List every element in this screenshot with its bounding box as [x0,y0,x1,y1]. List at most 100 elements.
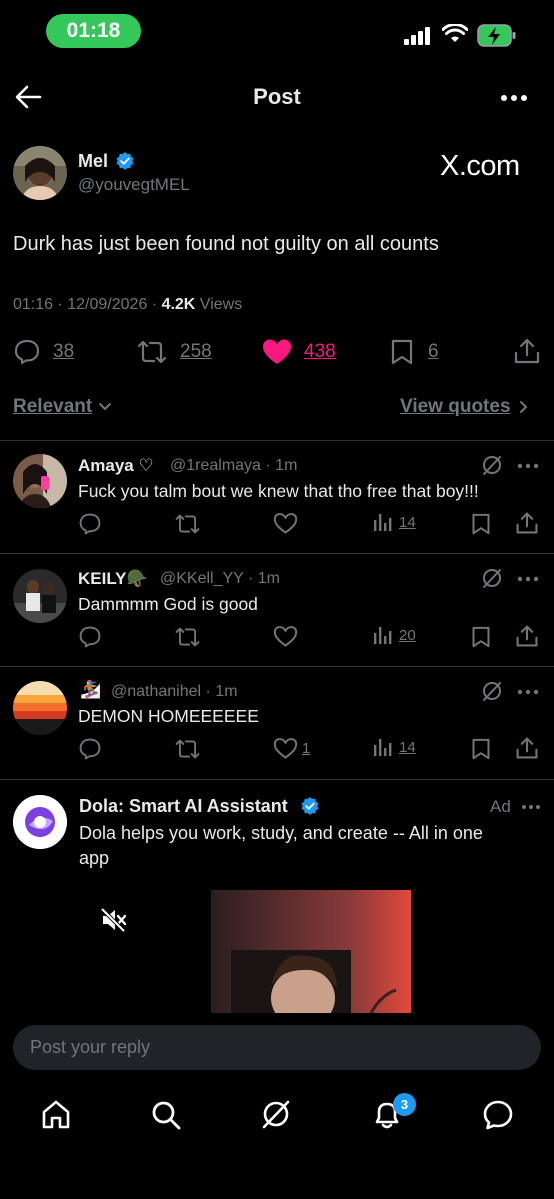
views-action[interactable]: 14 [373,512,416,532]
ad-text-line1: Dola helps you work, study, and create -… [79,823,483,843]
view-quotes-link[interactable]: View quotes [400,396,529,418]
views-label: Views [195,296,243,313]
reply-text: Dammmm God is good [78,594,258,614]
reply-author-handle[interactable]: @KKell_YY · 1m [160,570,280,588]
analytics-icon [374,514,392,531]
heart-filled-icon [263,339,291,364]
ad-item[interactable]: Dola: Smart AI Assistant Ad Dola helps y… [0,780,554,1013]
repost-icon[interactable] [174,737,201,761]
reply-input[interactable]: Post your reply [13,1025,541,1070]
mute-icon[interactable] [100,907,128,933]
reply-item[interactable]: 🏂 @nathanihel · 1m DEMON HOMEEEEEE 1 14 [0,667,554,779]
reply-icon [14,339,40,365]
author-avatar[interactable] [13,146,67,200]
ad-avatar[interactable] [13,795,67,849]
more-options-icon[interactable] [521,804,541,810]
grok-icon[interactable] [481,567,503,589]
reply-icon[interactable] [78,512,102,536]
reply-views-count: 20 [399,626,416,644]
reply-author-name[interactable]: Amaya ♡ [78,456,154,476]
post-meta: 01:16 · 12/09/2026 · 4.2K Views [13,296,242,314]
share-icon[interactable] [515,736,539,760]
wifi-icon [442,24,468,44]
reply-avatar[interactable] [13,681,67,735]
heart-icon [273,626,298,647]
like-action[interactable]: 438 [262,338,336,366]
reply-views-count: 14 [399,738,416,756]
grok-icon[interactable] [260,1098,292,1130]
reply-item[interactable]: KEILY🪖 @KKell_YY · 1m Dammmm God is good… [0,554,554,666]
bookmark-icon [391,339,413,365]
bookmark-icon[interactable] [471,625,491,649]
like-action[interactable] [273,625,302,648]
reply-author-name[interactable]: KEILY🪖 [78,569,148,589]
verified-badge-icon [116,152,134,170]
more-options-icon[interactable] [517,576,539,582]
views-action[interactable]: 14 [373,737,416,757]
reply-author-handle[interactable]: @nathanihel · 1m [111,683,238,701]
ad-author-name[interactable]: Dola: Smart AI Assistant [79,796,288,817]
view-quotes-label: View quotes [400,396,511,417]
like-count: 438 [304,341,336,362]
repost-icon[interactable] [174,512,201,536]
repost-action[interactable]: 258 [136,338,212,366]
views-action[interactable]: 20 [373,625,416,645]
repost-count: 258 [180,341,212,362]
post-timestamp: 01:16 · 12/09/2026 · [13,296,162,313]
reply-text: Fuck you talm bout we knew that tho free… [78,481,479,501]
analytics-icon [374,739,392,756]
reply-avatar[interactable] [13,454,67,508]
chevron-down-icon [99,403,112,411]
reply-like-count: 1 [302,740,311,757]
post-text: Durk has just been found not guilty on a… [13,233,439,255]
repost-icon [137,340,167,364]
like-action[interactable]: 1 [273,737,310,760]
bookmark-icon[interactable] [471,737,491,761]
verified-badge-icon [301,797,319,815]
ad-video-thumbnail[interactable] [211,890,411,1013]
battery-icon [477,24,517,48]
reply-author-handle[interactable]: @1realmaya · 1m [170,457,297,475]
reply-author-name[interactable]: 🏂 [80,680,101,700]
heart-icon [273,513,298,534]
more-options-icon[interactable] [517,463,539,469]
sort-dropdown[interactable]: Relevant [13,396,112,418]
reply-action[interactable]: 38 [13,338,74,366]
views-count: 4.2K [161,296,196,313]
ad-label: Ad [490,797,511,816]
reply-avatar[interactable] [13,569,67,623]
reply-views-count: 14 [399,513,416,531]
ad-text-line2: app [79,848,110,868]
share-icon[interactable] [515,511,539,535]
bookmark-count: 6 [428,341,439,362]
share-icon[interactable] [513,337,541,365]
grok-icon[interactable] [481,454,503,476]
home-icon[interactable] [40,1099,72,1131]
search-icon[interactable] [150,1099,182,1131]
more-options-icon[interactable] [517,689,539,695]
repost-icon[interactable] [174,625,201,649]
reply-text: DEMON HOMEEEEEE [78,706,259,726]
grok-icon[interactable] [481,680,503,702]
status-time: 01:18 [46,14,141,48]
share-icon[interactable] [515,624,539,648]
author-handle[interactable]: @youvegtMEL [78,175,190,195]
heart-icon [273,738,298,759]
xcom-watermark: X.com [440,150,520,182]
author-name[interactable]: Mel [78,151,108,172]
analytics-icon [374,627,392,644]
notifications-badge: 3 [393,1093,416,1116]
signal-icon [404,26,432,46]
sort-label: Relevant [13,396,93,417]
reply-icon[interactable] [78,625,102,649]
messages-icon[interactable] [482,1099,514,1131]
reply-item[interactable]: Amaya ♡ @1realmaya · 1m Fuck you talm bo… [0,441,554,553]
like-action[interactable] [273,512,302,535]
more-options-icon[interactable] [500,94,528,102]
page-title: Post [253,84,301,109]
bookmark-icon[interactable] [471,512,491,536]
bookmark-action[interactable]: 6 [390,338,439,366]
reply-icon[interactable] [78,737,102,761]
reply-count: 38 [53,341,75,362]
chevron-right-icon [519,401,527,413]
